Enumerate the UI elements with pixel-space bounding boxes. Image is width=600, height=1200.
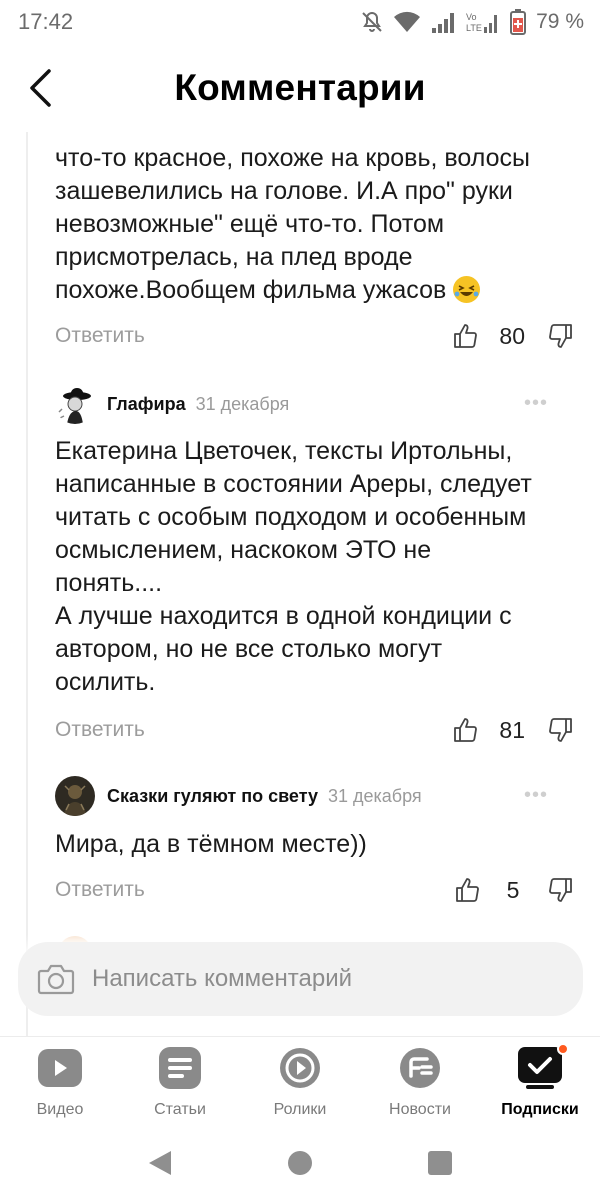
comment-actions: Ответить 80 <box>55 316 575 356</box>
status-bar: 17:42 Vo LTE 79 % <box>0 0 600 44</box>
bottom-nav: Видео Статьи Ролики Новости Подписки <box>0 1036 600 1126</box>
svg-text:LTE: LTE <box>466 23 482 33</box>
comment-author-row: Глафира 31 декабря <box>55 384 289 424</box>
nav-shorts[interactable]: Ролики <box>240 1037 360 1126</box>
wifi-icon <box>394 11 421 32</box>
nav-articles[interactable]: Статьи <box>120 1037 240 1126</box>
more-options-icon[interactable]: ••• <box>524 392 548 415</box>
nav-label: Видео <box>36 1101 84 1118</box>
video-play-icon <box>37 1045 83 1091</box>
triangle-back-icon <box>149 1151 171 1175</box>
status-icons: Vo LTE 79 % <box>360 9 584 35</box>
votes: 80 <box>451 316 575 356</box>
comment-input[interactable]: Написать комментарий <box>18 942 583 1016</box>
like-count: 81 <box>499 716 525 743</box>
comment-date: 31 декабря <box>327 785 422 806</box>
avatar[interactable] <box>55 776 95 816</box>
nav-video[interactable]: Видео <box>0 1037 120 1126</box>
comment-actions: Ответить 5 <box>55 870 575 910</box>
battery-percent: 79 % <box>536 10 584 33</box>
volte-signal-icon: VoLTE <box>466 12 498 33</box>
page-title: Комментарии <box>174 67 426 108</box>
reply-button[interactable]: Ответить <box>55 718 145 742</box>
thumbs-down-icon[interactable] <box>545 715 575 745</box>
square-recents-icon <box>428 1151 452 1175</box>
comment-author-row: Сказки гуляют по свету 31 декабря <box>55 776 422 816</box>
system-back-button[interactable] <box>140 1143 180 1183</box>
status-time: 17:42 <box>18 9 74 34</box>
thumbs-up-icon[interactable] <box>453 875 483 905</box>
camera-icon[interactable] <box>36 962 76 996</box>
nav-label: Подписки <box>501 1101 579 1118</box>
thumbs-down-icon[interactable] <box>545 875 575 905</box>
chevron-left-icon <box>30 69 51 107</box>
avatar[interactable] <box>55 384 95 424</box>
nav-news[interactable]: Новости <box>360 1037 480 1126</box>
author-name[interactable]: Сказки гуляют по свету <box>107 786 318 807</box>
more-options-icon[interactable]: ••• <box>524 784 548 807</box>
like-count: 80 <box>499 322 525 349</box>
reply-button[interactable]: Ответить <box>55 878 145 902</box>
like-count: 5 <box>506 876 520 903</box>
system-home-button[interactable] <box>280 1143 320 1183</box>
reply-button[interactable]: Ответить <box>55 324 145 348</box>
nav-label: Статьи <box>154 1101 206 1118</box>
comment-text: что-то красное, похоже на кровь, волосы … <box>55 144 530 304</box>
comment-text: Мира, да в тёмном месте)) <box>55 830 367 858</box>
thumbs-up-icon[interactable] <box>451 321 481 351</box>
comment-actions: Ответить 81 <box>55 710 575 750</box>
battery-icon <box>510 9 527 35</box>
comment-text: Екатерина Цветочек, тексты Иртольны, нап… <box>55 437 532 696</box>
votes: 81 <box>451 710 575 750</box>
comment-input-placeholder: Написать комментарий <box>92 965 353 992</box>
votes: 5 <box>453 870 575 910</box>
shorts-icon <box>277 1045 323 1091</box>
header: Комментарии <box>0 44 600 132</box>
nav-label: Новости <box>389 1101 451 1118</box>
comment-date: 31 декабря <box>195 393 290 414</box>
news-icon <box>397 1045 443 1091</box>
notification-dot <box>557 1043 569 1055</box>
system-recents-button[interactable] <box>420 1143 460 1183</box>
thumbs-up-icon[interactable] <box>451 715 481 745</box>
back-button[interactable] <box>20 64 60 112</box>
system-nav <box>0 1126 600 1200</box>
svg-text:Vo: Vo <box>466 12 477 22</box>
thumbs-down-icon[interactable] <box>545 321 575 351</box>
circle-home-icon <box>288 1151 312 1175</box>
nav-subscriptions[interactable]: Подписки <box>480 1037 600 1126</box>
thread-line <box>26 110 28 1040</box>
author-name[interactable]: Глафира <box>107 394 186 415</box>
comments-list: что-то красное, похоже на кровь, волосы … <box>0 110 600 1040</box>
articles-icon <box>157 1045 203 1091</box>
signal-icon <box>432 13 455 33</box>
subscriptions-icon <box>517 1045 563 1091</box>
mute-icon <box>362 11 382 32</box>
nav-label: Ролики <box>273 1101 327 1118</box>
laughing-emoji-icon <box>453 276 481 303</box>
